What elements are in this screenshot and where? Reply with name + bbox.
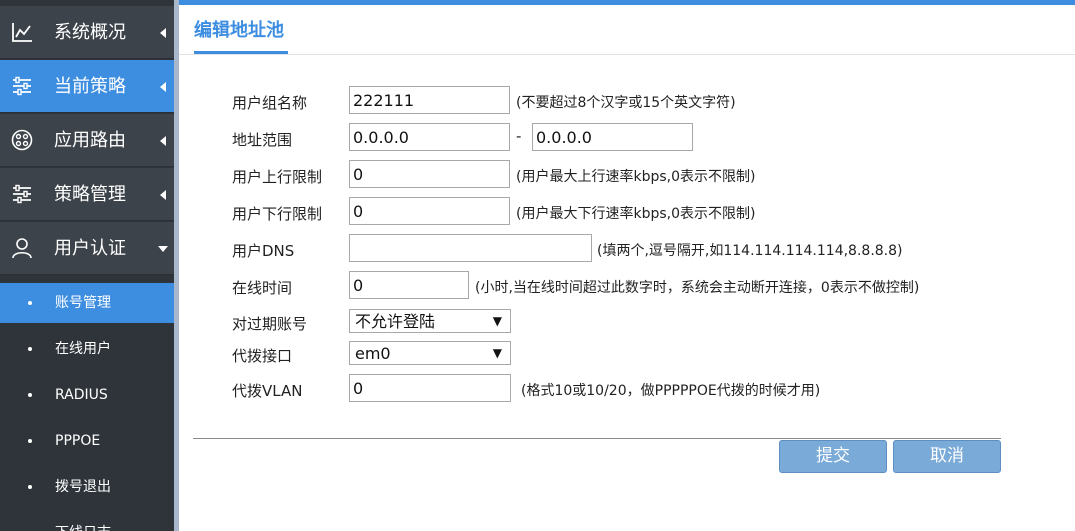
online-time-input[interactable] bbox=[349, 271, 469, 299]
dial-interface-label: 代拨接口 bbox=[232, 347, 293, 365]
dial-interface-select[interactable]: em0 ▼ bbox=[349, 341, 511, 365]
dial-interface-selected: em0 bbox=[355, 344, 391, 363]
sidebar-item-label: 在线用户 bbox=[55, 341, 111, 357]
dial-vlan-hint: (格式10或10/20，做PPPPPOE代拨的时候才用) bbox=[521, 383, 821, 399]
sidebar-menu-label: 应用路由 bbox=[54, 130, 126, 151]
sidebar-item-label: PPPOE bbox=[55, 433, 101, 449]
sidebar: 系统概况 当前策略 应用路由 策略管理 用户认证 账号管理 在线用户 RADIU… bbox=[0, 0, 174, 531]
sliders-icon bbox=[13, 76, 31, 96]
sidebar-item-label: 账号管理 bbox=[55, 295, 111, 311]
sidebar-item-online-users[interactable]: 在线用户 bbox=[0, 329, 174, 369]
chart-line-icon bbox=[12, 23, 32, 42]
cancel-button[interactable]: 取消 bbox=[893, 440, 1001, 473]
sidebar-divider bbox=[174, 0, 179, 531]
sidebar-menu-label: 系统概况 bbox=[54, 22, 126, 43]
submit-button[interactable]: 提交 bbox=[779, 440, 887, 473]
chevron-left-icon bbox=[160, 190, 166, 200]
sidebar-menu-label: 当前策略 bbox=[54, 76, 126, 97]
sliders-icon bbox=[13, 184, 31, 204]
bullet-icon bbox=[28, 347, 32, 351]
sidebar-menu-current-policy[interactable]: 当前策略 bbox=[0, 60, 174, 113]
upload-limit-input[interactable] bbox=[349, 160, 510, 188]
expired-account-label: 对过期账号 bbox=[232, 315, 308, 333]
upload-limit-hint: (用户最大上行速率kbps,0表示不限制) bbox=[516, 169, 756, 185]
dns-label: 用户DNS bbox=[232, 242, 295, 260]
chevron-left-icon bbox=[160, 136, 166, 146]
page-title: 编辑地址池 bbox=[194, 20, 284, 41]
download-limit-hint: (用户最大下行速率kbps,0表示不限制) bbox=[516, 206, 756, 222]
upload-limit-label: 用户上行限制 bbox=[232, 168, 323, 186]
bullet-icon bbox=[28, 485, 32, 489]
dropdown-arrow-icon: ▼ bbox=[492, 346, 502, 360]
bullet-icon bbox=[28, 301, 32, 305]
dropdown-arrow-icon: ▼ bbox=[492, 314, 502, 328]
download-limit-input[interactable] bbox=[349, 197, 510, 225]
sidebar-item-account-management[interactable]: 账号管理 bbox=[0, 283, 174, 323]
form-divider bbox=[193, 438, 1001, 439]
sidebar-item-radius[interactable]: RADIUS bbox=[0, 375, 174, 415]
sidebar-item-label: 拨号退出 bbox=[55, 479, 111, 495]
bullet-icon bbox=[28, 439, 32, 443]
network-circle-icon bbox=[11, 129, 33, 151]
sidebar-item-dial-logout[interactable]: 拨号退出 bbox=[0, 467, 174, 507]
group-name-input[interactable] bbox=[349, 86, 510, 114]
expired-account-selected: 不允许登陆 bbox=[355, 312, 436, 331]
dns-hint: (填两个,逗号隔开,如114.114.114.114,8.8.8.8) bbox=[597, 243, 903, 259]
dial-vlan-label: 代拨VLAN bbox=[232, 382, 303, 400]
chevron-left-icon bbox=[160, 28, 166, 38]
group-name-label: 用户组名称 bbox=[232, 94, 308, 112]
dns-input[interactable] bbox=[349, 234, 592, 262]
sidebar-item-label: RADIUS bbox=[55, 387, 108, 403]
sidebar-menu-app-routing[interactable]: 应用路由 bbox=[0, 114, 174, 167]
bullet-icon bbox=[28, 393, 32, 397]
sidebar-item-offline-log[interactable]: 下线日志 bbox=[0, 513, 174, 531]
title-divider bbox=[179, 54, 1075, 55]
online-time-hint: (小时,当在线时间超过此数字时，系统会主动断开连接，0表示不做控制) bbox=[475, 280, 920, 296]
download-limit-label: 用户下行限制 bbox=[232, 205, 323, 223]
group-name-hint: (不要超过8个汉字或15个英文字符) bbox=[516, 95, 736, 111]
sidebar-item-pppoe[interactable]: PPPOE bbox=[0, 421, 174, 461]
address-range-label: 地址范围 bbox=[232, 131, 293, 149]
address-range-start-input[interactable] bbox=[349, 123, 510, 151]
dial-vlan-input[interactable] bbox=[349, 374, 511, 402]
online-time-label: 在线时间 bbox=[232, 279, 293, 297]
sidebar-menu-user-auth[interactable]: 用户认证 bbox=[0, 222, 174, 275]
expired-account-select[interactable]: 不允许登陆 ▼ bbox=[349, 309, 511, 333]
chevron-down-icon bbox=[158, 246, 168, 252]
address-range-separator: - bbox=[516, 127, 522, 145]
chevron-left-icon bbox=[160, 82, 166, 92]
sidebar-item-label: 下线日志 bbox=[55, 513, 111, 531]
sidebar-menu-label: 策略管理 bbox=[54, 184, 126, 205]
sidebar-menu-system-overview[interactable]: 系统概况 bbox=[0, 6, 174, 59]
sidebar-menu-policy-management[interactable]: 策略管理 bbox=[0, 168, 174, 221]
address-range-end-input[interactable] bbox=[532, 123, 693, 151]
sidebar-menu-label: 用户认证 bbox=[54, 238, 126, 259]
user-icon bbox=[12, 238, 32, 259]
